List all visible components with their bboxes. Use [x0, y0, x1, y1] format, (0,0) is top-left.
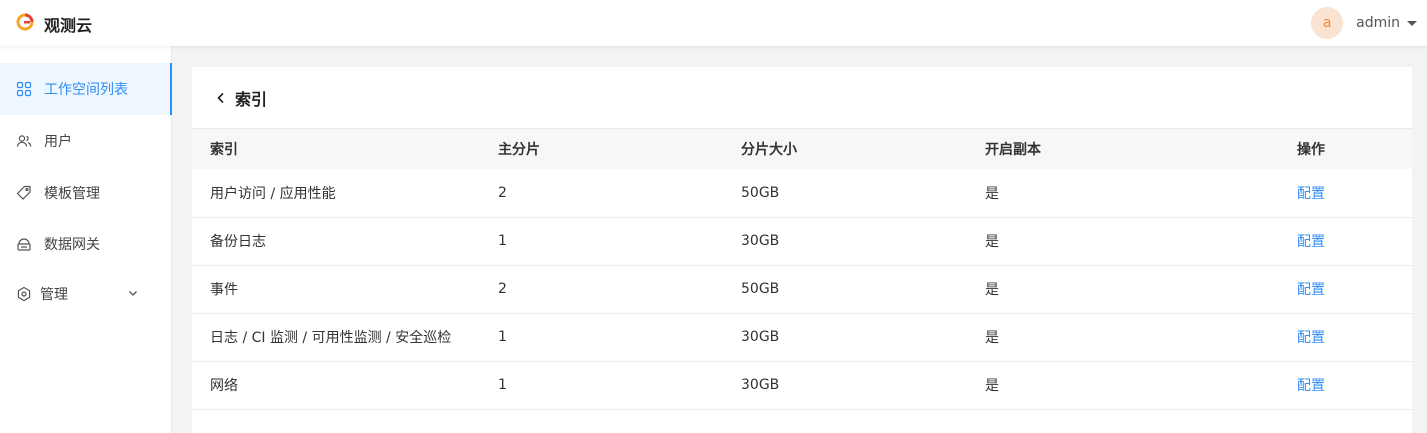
gateway-icon	[16, 236, 32, 252]
cell-replica: 是	[985, 234, 999, 250]
cell-replica: 是	[985, 378, 999, 394]
sidebar-item-gateway[interactable]: 数据网关	[0, 218, 172, 270]
caret-down-icon[interactable]	[1407, 20, 1417, 26]
column-header-shard-size: 分片大小	[741, 142, 797, 158]
sidebar-item-manage[interactable]: 管理	[0, 268, 172, 320]
sidebar-item-workspaces[interactable]: 工作空间列表	[0, 63, 172, 115]
back-arrow-icon[interactable]	[214, 91, 228, 105]
cell-size: 30GB	[741, 329, 780, 345]
cell-shards: 2	[498, 281, 507, 297]
cell-shards: 1	[498, 329, 507, 345]
cell-replica: 是	[985, 282, 999, 298]
table-row: 事件 2 50GB 是 配置	[192, 265, 1412, 313]
page-header: 索引	[192, 67, 1412, 129]
cell-index: 用户访问 / 应用性能	[210, 185, 336, 202]
column-header-primary-shards: 主分片	[498, 142, 540, 158]
column-header-index: 索引	[210, 142, 238, 158]
main-panel: 索引 索引 主分片 分片大小 开启副本 操作 用户访问 / 应用性能 2 50G…	[192, 67, 1412, 433]
configure-link[interactable]: 配置	[1297, 186, 1325, 202]
cell-size: 30GB	[741, 233, 780, 249]
configure-link[interactable]: 配置	[1297, 282, 1325, 298]
sidebar-item-label: 工作空间列表	[44, 82, 128, 98]
cell-replica: 是	[985, 330, 999, 346]
configure-link[interactable]: 配置	[1297, 330, 1325, 346]
cell-size: 50GB	[741, 281, 780, 297]
sidebar: 工作空间列表 用户 模板管理 数据网关 管理	[0, 46, 172, 433]
app-title: 观测云	[44, 16, 93, 35]
cell-index: 事件	[210, 282, 238, 298]
index-table: 索引 主分片 分片大小 开启副本 操作 用户访问 / 应用性能 2 50GB 是…	[192, 129, 1412, 410]
sidebar-item-label: 用户	[44, 134, 72, 150]
grid-icon	[16, 81, 32, 97]
cell-shards: 1	[498, 233, 507, 249]
tag-icon	[16, 185, 32, 201]
column-header-action: 操作	[1297, 142, 1325, 158]
user-menu[interactable]: a admin	[1311, 7, 1417, 39]
sidebar-item-templates[interactable]: 模板管理	[0, 167, 172, 219]
configure-link[interactable]: 配置	[1297, 378, 1325, 394]
sidebar-item-label: 数据网关	[44, 237, 100, 253]
top-header: 观测云 a admin	[0, 0, 1427, 46]
cell-index: 备份日志	[210, 234, 266, 250]
brand[interactable]: 观测云	[16, 12, 92, 36]
settings-hex-icon	[16, 286, 32, 302]
configure-link[interactable]: 配置	[1297, 234, 1325, 250]
table-row: 备份日志 1 30GB 是 配置	[192, 217, 1412, 265]
table-header-row: 索引 主分片 分片大小 开启副本 操作	[192, 129, 1412, 169]
username[interactable]: admin	[1356, 15, 1400, 31]
cell-shards: 2	[498, 184, 507, 201]
brand-logo-icon	[16, 13, 34, 35]
cell-size: 50GB	[741, 184, 780, 201]
cell-index: 日志 / CI 监测 / 可用性监测 / 安全巡检	[210, 330, 452, 346]
users-icon	[16, 133, 32, 149]
table-row: 日志 / CI 监测 / 可用性监测 / 安全巡检 1 30GB 是 配置	[192, 313, 1412, 361]
table-row: 网络 1 30GB 是 配置	[192, 361, 1412, 409]
cell-size: 30GB	[741, 377, 780, 393]
column-header-replica: 开启副本	[985, 142, 1041, 158]
chevron-down-icon[interactable]	[127, 287, 139, 303]
sidebar-item-label: 管理	[40, 287, 68, 303]
cell-index: 网络	[210, 378, 238, 394]
avatar[interactable]: a	[1311, 7, 1344, 39]
table-row: 用户访问 / 应用性能 2 50GB 是 配置	[192, 169, 1412, 217]
sidebar-item-users[interactable]: 用户	[0, 115, 172, 167]
cell-shards: 1	[498, 377, 507, 393]
page-title: 索引	[235, 89, 268, 109]
cell-replica: 是	[985, 185, 999, 202]
sidebar-item-label: 模板管理	[44, 186, 100, 202]
